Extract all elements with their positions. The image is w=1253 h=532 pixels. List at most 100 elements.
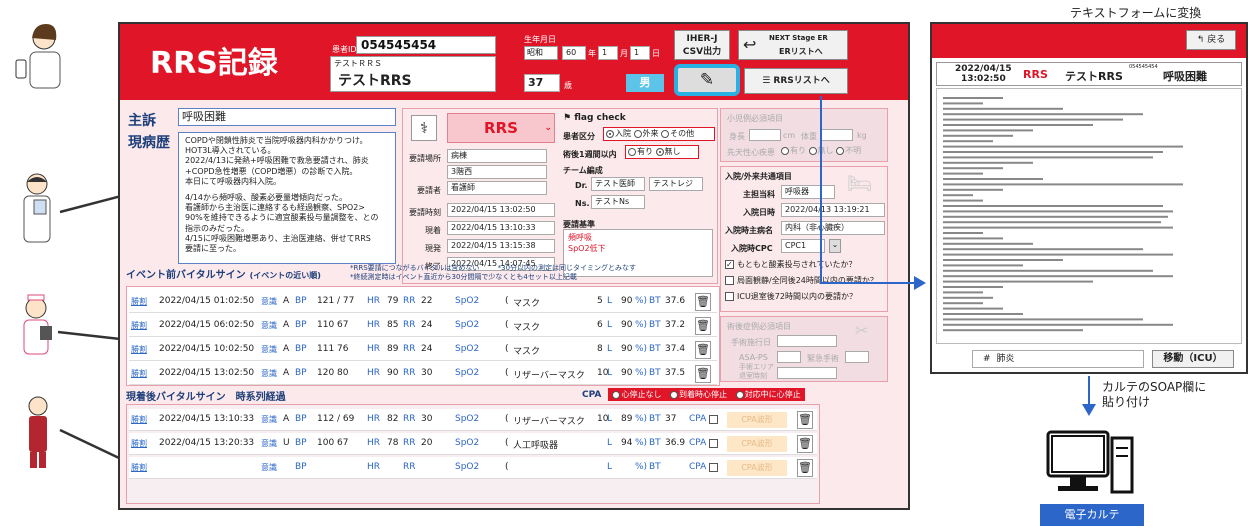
patient-kana[interactable]: テストＲＲＳ [334,58,382,69]
dr-field-2[interactable]: テストレジ [649,177,703,191]
vital-tag[interactable]: 勝割 [131,438,147,449]
radio-cong-yes[interactable] [781,146,789,155]
back-button[interactable]: ↰ 戻る [1186,30,1236,50]
urgent-field[interactable] [845,351,869,363]
vital-tag[interactable]: 勝割 [131,344,147,355]
rr-value[interactable]: 30 [421,414,432,424]
conscious-value[interactable]: A [283,368,289,378]
er-list-button[interactable]: ↩ NEXT Stage ER ERリストへ [738,30,848,60]
rrs-select[interactable]: RRS ⌄ [447,113,555,143]
rrs-list-button[interactable]: ☰ RRSリストへ [744,68,848,94]
vital-tag[interactable]: 勝割 [131,462,147,473]
cpa-checkbox[interactable] [709,463,718,472]
radio-no-arrest[interactable] [612,390,621,399]
question-icu[interactable]: ICU退室後72時間以内の要請か？ [725,291,857,302]
question-oxygen[interactable]: もともと酸素投与されていたか？ [725,259,856,270]
requester-field[interactable]: 看護師 [447,181,547,195]
admit-date-field[interactable]: 2022/04/13 13:19:21 [781,203,885,217]
dob-year[interactable]: 60 [562,46,586,60]
rr-value[interactable]: 30 [421,368,432,378]
diagnosis-hash-field[interactable]: # 肺炎 [972,350,1144,368]
rr-value[interactable]: 24 [421,320,432,330]
history-field[interactable]: COPDや閉鎖性肺炎で当院呼吸器内科かかりつけ。 HOT3L導入されている。 2… [178,132,396,264]
vital-tag[interactable]: 勝割 [131,320,147,331]
rr-value[interactable]: 22 [421,296,432,306]
sex-badge[interactable]: 男 [626,74,664,92]
radio-cong-unknown[interactable] [836,146,845,155]
delete-icon[interactable]: 🗑 [797,411,813,429]
bp-value[interactable]: 120 80 [317,368,349,378]
height-field[interactable] [749,129,781,141]
delete-icon[interactable]: 🗑 [695,293,711,311]
attending-field[interactable]: 呼吸器 [781,185,835,199]
patient-id-field[interactable]: 054545454 [356,36,496,54]
radio-other[interactable] [661,129,670,138]
checkbox-icu[interactable] [725,292,734,301]
vital-tag[interactable]: 勝割 [131,368,147,379]
cpa-checkbox[interactable] [709,439,718,448]
diagnosis-field[interactable]: 内科（非心臓疾） [781,221,885,235]
bp-value[interactable]: 111 76 [317,344,349,354]
vital-time[interactable]: 2022/04/15 13:20:33 [159,438,254,448]
move-icu-button[interactable]: 移動（ICU） [1152,350,1234,368]
checkbox-24h[interactable] [725,276,734,285]
spo2-value[interactable]: 90 [621,320,632,330]
conscious-value[interactable]: U [283,438,290,448]
checkbox-oxygen[interactable] [725,260,734,269]
category-radio-group[interactable]: 入院 外来 その他 [603,127,715,141]
surgery-date-field[interactable] [777,335,837,347]
place-field-1[interactable]: 病棟 [447,149,547,163]
hr-value[interactable]: 85 [387,320,398,330]
hr-value[interactable]: 89 [387,344,398,354]
asa-field[interactable] [777,351,801,363]
radio-inpatient[interactable] [606,129,614,138]
cpc-dropdown-icon[interactable]: ⌄ [829,239,841,253]
conscious-value[interactable]: A [283,344,289,354]
hr-value[interactable]: 82 [387,414,398,424]
flow-value[interactable]: 5 [597,296,603,306]
flow-value[interactable]: 8 [597,344,603,354]
radio-arrest-on-arrival[interactable] [670,390,679,399]
bt-value[interactable]: 37.5 [665,368,685,378]
cpa-waveform-button[interactable]: CPA波形 [727,460,787,476]
bp-value[interactable]: 110 67 [317,320,349,330]
spo2-value[interactable]: 94 [621,438,632,448]
spo2-value[interactable]: 89 [621,414,632,424]
o2-device[interactable]: マスク [513,344,540,357]
dob-day[interactable]: 1 [630,46,650,60]
iher-csv-button[interactable]: IHER-J CSV出力 [674,30,730,60]
o2-device[interactable]: リザーバーマスク [513,368,585,381]
ns-field-1[interactable]: テストNs [591,195,645,209]
era-select[interactable]: 昭和 [524,46,558,60]
radio-surgery-yes[interactable] [628,147,636,156]
bt-value[interactable]: 36.9 [665,438,685,448]
vital-tag[interactable]: 勝割 [131,414,147,425]
o2-device[interactable]: マスク [513,320,540,333]
bt-value[interactable]: 37 [665,414,676,424]
req-time-field[interactable]: 2022/04/15 13:02:50 [447,203,555,217]
spo2-value[interactable]: 90 [621,368,632,378]
radio-surgery-no[interactable] [655,147,664,156]
bp-value[interactable]: 112 / 69 [317,414,354,424]
delete-icon[interactable]: 🗑 [797,435,813,453]
bp-value[interactable]: 100 67 [317,438,349,448]
depart-field[interactable]: 2022/04/15 13:15:38 [447,239,555,253]
edit-text-button[interactable]: ✎ [674,64,740,96]
patient-name[interactable]: テストRRS [338,70,412,90]
o2-device[interactable]: マスク [513,296,540,309]
age-field[interactable]: 37 [524,74,560,92]
cpa-waveform-button[interactable]: CPA波形 [727,436,787,452]
text-form-body[interactable] [936,88,1242,344]
delete-icon[interactable]: 🗑 [797,459,813,477]
conscious-value[interactable]: A [283,320,289,330]
delete-icon[interactable]: 🗑 [695,341,711,359]
weight-field[interactable] [821,129,853,141]
radio-arrest-during[interactable] [735,390,744,399]
rr-value[interactable]: 20 [421,438,432,448]
vital-time[interactable]: 2022/04/15 13:10:33 [159,414,254,424]
o2-device[interactable]: 人工呼吸器 [513,438,558,451]
surgery-radio-group[interactable]: 有り 無し [625,145,699,159]
cpc-field[interactable]: CPC1 [781,239,825,253]
vital-tag[interactable]: 勝割 [131,296,147,307]
spo2-value[interactable]: 90 [621,296,632,306]
